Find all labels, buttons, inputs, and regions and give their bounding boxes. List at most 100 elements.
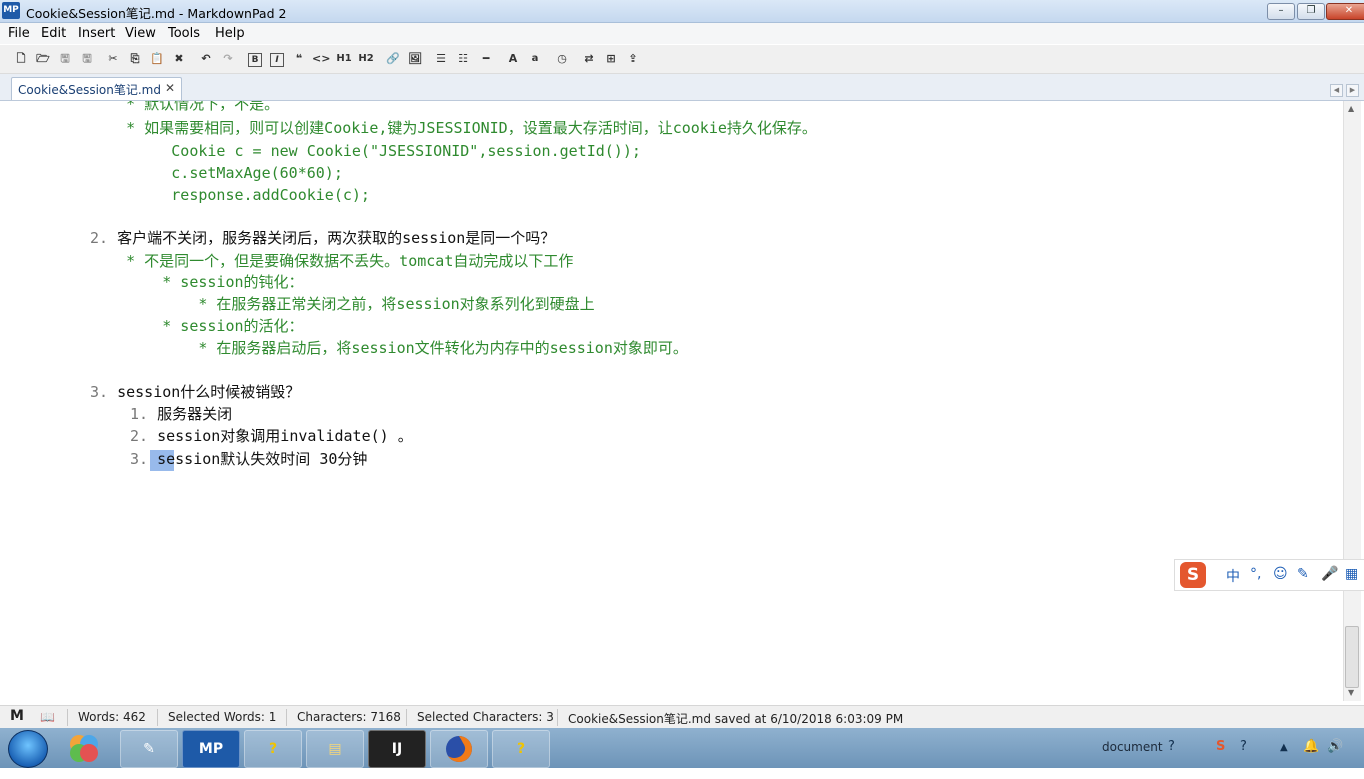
- book-icon[interactable]: 📖: [40, 710, 55, 724]
- delete-icon[interactable]: ✖: [170, 50, 188, 68]
- divider: [406, 709, 407, 726]
- document-tab[interactable]: Cookie&Session笔记.md ✕: [11, 77, 182, 100]
- window-title: Cookie&Session笔记.md - MarkdownPad 2: [26, 6, 287, 21]
- markdown-icon[interactable]: M: [10, 708, 24, 724]
- taskbar-app-markdownpad[interactable]: MP: [182, 730, 240, 768]
- editor-line: 2. session对象调用invalidate() 。: [130, 426, 413, 446]
- list-number: 1.: [130, 405, 149, 423]
- menu-insert[interactable]: Insert: [78, 26, 115, 41]
- tray-volume-icon[interactable]: 🔊: [1327, 739, 1343, 754]
- redo-icon[interactable]: ↷: [219, 50, 237, 68]
- selected-character-count: Selected Characters: 3: [417, 710, 554, 724]
- status-bar: M 📖 Words: 462 Selected Words: 1 Charact…: [0, 705, 1364, 729]
- ime-handwriting-icon[interactable]: ✎: [1297, 566, 1309, 582]
- tab-scroll-right-icon[interactable]: ▶: [1346, 84, 1359, 97]
- tray-notification-icon[interactable]: 🔔: [1303, 739, 1319, 754]
- firefox-icon: [446, 736, 472, 762]
- timestamp-icon[interactable]: ◷: [553, 50, 571, 68]
- scrollbar-thumb[interactable]: [1345, 626, 1359, 688]
- menu-file[interactable]: File: [8, 26, 30, 41]
- taskbar-app-firefox[interactable]: [430, 730, 488, 768]
- editor-line: * session的钝化：: [90, 273, 304, 291]
- taskbar-app-help-2[interactable]: ?: [492, 730, 550, 768]
- menu-bar: File Edit Insert View Tools Help: [0, 23, 1364, 44]
- new-document-icon[interactable]: 🗋: [12, 50, 30, 68]
- taskbar-app-pictures[interactable]: [58, 730, 110, 768]
- taskbar-app-paint[interactable]: ✎: [120, 730, 178, 768]
- taskbar-app-help-1[interactable]: ?: [244, 730, 302, 768]
- lowercase-icon[interactable]: a: [526, 50, 544, 68]
- tab-bar: Cookie&Session笔记.md ✕: [0, 74, 1364, 101]
- editor-line: 3. session默认失效时间 30分钟: [130, 449, 367, 469]
- export-icon[interactable]: ⇪: [624, 50, 642, 68]
- selected-word-count: Selected Words: 1: [168, 710, 277, 724]
- code-icon[interactable]: <>: [312, 50, 330, 68]
- character-count: Characters: 7168: [297, 710, 401, 724]
- tray-show-hidden-icon[interactable]: ▲: [1280, 742, 1288, 753]
- uppercase-icon[interactable]: A: [504, 50, 522, 68]
- tray-document-label[interactable]: document: [1102, 740, 1163, 754]
- cut-icon[interactable]: ✂: [104, 50, 122, 68]
- minimize-button[interactable]: –: [1267, 3, 1295, 20]
- preview-icon[interactable]: ⇄: [580, 50, 598, 68]
- image-icon[interactable]: 🖼: [406, 50, 424, 68]
- ime-voice-icon[interactable]: 🎤: [1321, 566, 1338, 582]
- ime-toolbox-icon[interactable]: ▦: [1345, 566, 1358, 582]
- toolbar: 🗋 🗁 🖫 🖫 ✂ ⎘ 📋 ✖ ↶ ↷ B I ❝ <> H1 H2 🔗 🖼 ☰…: [0, 45, 1364, 74]
- scroll-down-icon[interactable]: ▼: [1348, 688, 1354, 697]
- close-button[interactable]: ✕: [1326, 3, 1364, 20]
- list-number: 2.: [130, 427, 149, 445]
- h2-icon[interactable]: H2: [357, 50, 375, 68]
- tab-close-icon[interactable]: ✕: [165, 81, 175, 95]
- vertical-scrollbar[interactable]: ▲ ▼: [1343, 101, 1361, 701]
- quote-icon[interactable]: ❝: [290, 50, 308, 68]
- scroll-up-icon[interactable]: ▲: [1348, 104, 1354, 113]
- save-icon[interactable]: 🖫: [56, 50, 74, 68]
- divider: [157, 709, 158, 726]
- editor[interactable]: * 默认情况下，不是。 * 如果需要相同，则可以创建Cookie,键为JSESS…: [6, 101, 1342, 701]
- italic-icon[interactable]: I: [270, 53, 284, 67]
- menu-help[interactable]: Help: [215, 26, 245, 41]
- tray-help-icon[interactable]: ?: [1168, 739, 1175, 754]
- editor-line: * 默认情况下，不是。: [90, 101, 280, 113]
- help-icon: ?: [268, 741, 278, 757]
- taskbar-app-intellij[interactable]: IJ: [368, 730, 426, 768]
- unordered-list-icon[interactable]: ☰: [432, 50, 450, 68]
- editor-line: 1. 服务器关闭: [130, 404, 232, 424]
- horizontal-rule-icon[interactable]: ━: [477, 50, 495, 68]
- help-icon: ?: [516, 741, 526, 757]
- list-number: 3.: [90, 383, 109, 401]
- ime-punctuation-icon[interactable]: °,: [1250, 566, 1261, 582]
- divider: [67, 709, 68, 726]
- browser-preview-icon[interactable]: ⊞: [602, 50, 620, 68]
- bold-icon[interactable]: B: [248, 53, 262, 67]
- tray-sogou-icon[interactable]: S: [1216, 739, 1225, 754]
- menu-tools[interactable]: Tools: [168, 26, 200, 41]
- tab-scroll-left-icon[interactable]: ◀: [1330, 84, 1343, 97]
- ime-chinese-mode-icon[interactable]: 中: [1226, 566, 1240, 586]
- editor-line: Cookie c = new Cookie("JSESSIONID",sessi…: [90, 142, 641, 160]
- editor-line: response.addCookie(c);: [90, 186, 370, 204]
- start-button[interactable]: [8, 730, 48, 768]
- maximize-button[interactable]: ❐: [1297, 3, 1325, 20]
- list-number: 2.: [90, 229, 109, 247]
- sogou-logo-icon[interactable]: S: [1180, 562, 1206, 588]
- ordered-list-icon[interactable]: ☷: [454, 50, 472, 68]
- editor-line: * 在服务器正常关闭之前，将session对象系列化到硬盘上: [90, 295, 595, 313]
- copy-icon[interactable]: ⎘: [126, 50, 144, 68]
- tray-help-icon-2[interactable]: ?: [1240, 739, 1247, 754]
- menu-edit[interactable]: Edit: [41, 26, 66, 41]
- link-icon[interactable]: 🔗: [384, 50, 402, 68]
- h1-icon[interactable]: H1: [335, 50, 353, 68]
- open-folder-icon[interactable]: 🗁: [34, 50, 52, 68]
- editor-line: 3. session什么时候被销毁？: [90, 382, 300, 402]
- undo-icon[interactable]: ↶: [197, 50, 215, 68]
- paste-icon[interactable]: 📋: [148, 50, 166, 68]
- menu-view[interactable]: View: [125, 26, 156, 41]
- save-status: Cookie&Session笔记.md saved at 6/10/2018 6…: [568, 712, 904, 726]
- save-all-icon[interactable]: 🖫: [78, 50, 96, 68]
- ime-emoji-icon[interactable]: ☺: [1273, 566, 1288, 582]
- taskbar-app-explorer[interactable]: ▤: [306, 730, 364, 768]
- word-count: Words: 462: [78, 710, 146, 724]
- list-text: session对象调用invalidate() 。: [148, 427, 413, 445]
